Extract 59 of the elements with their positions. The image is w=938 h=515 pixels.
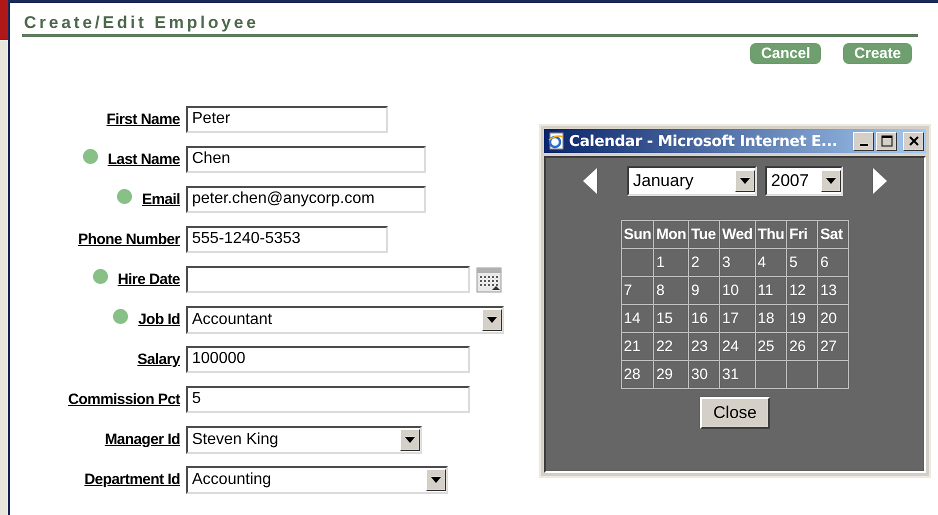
dropdown-field[interactable]: Steven King <box>186 426 422 454</box>
text-field[interactable]: peter.chen@anycorp.com <box>186 186 426 213</box>
close-icon <box>908 136 918 146</box>
day-link[interactable]: 2 <box>691 254 700 271</box>
month-dropdown[interactable]: January <box>627 166 757 196</box>
weekday-header: Thu <box>755 220 787 248</box>
text-field[interactable]: Peter <box>186 106 388 133</box>
date-field[interactable] <box>186 266 470 293</box>
close-button[interactable] <box>903 132 924 150</box>
weekday-header: Wed <box>720 220 756 248</box>
maximize-icon <box>880 135 892 147</box>
calendar-icon[interactable] <box>476 266 502 292</box>
text-field[interactable]: 100000 <box>186 346 470 373</box>
caret-icon <box>405 436 415 442</box>
close-button[interactable]: Close <box>700 397 770 429</box>
day-link[interactable]: 5 <box>789 254 798 271</box>
caret-icon <box>826 178 836 184</box>
page-edge-decoration <box>0 0 8 40</box>
text-field[interactable]: 555-1240-5353 <box>186 226 388 253</box>
minimize-icon <box>860 144 868 146</box>
text-field[interactable]: 5 <box>186 386 470 413</box>
field-label[interactable]: Hire Date <box>118 271 180 288</box>
field-label[interactable]: Commission Pct <box>68 391 180 408</box>
next-month-arrow-icon[interactable] <box>873 168 887 194</box>
browser-page-icon <box>547 132 565 150</box>
previous-month-arrow-icon[interactable] <box>583 168 597 194</box>
day-link[interactable]: 6 <box>820 254 829 271</box>
dropdown-field[interactable]: Accountant <box>186 306 504 334</box>
field-label[interactable]: Salary <box>137 351 180 368</box>
maximize-button[interactable] <box>876 132 897 150</box>
day-link[interactable]: 7 <box>624 282 632 299</box>
field-label[interactable]: First Name <box>106 111 180 128</box>
caret-icon <box>740 178 750 184</box>
weekday-header: Mon <box>654 220 689 248</box>
field-label[interactable]: Email <box>142 191 180 208</box>
caret-icon <box>487 316 497 322</box>
cancel-button[interactable]: Cancel <box>750 43 822 64</box>
weekday-header: Sat <box>818 220 849 248</box>
minimize-button[interactable] <box>853 132 874 150</box>
field-label[interactable]: Manager Id <box>104 431 180 448</box>
weekday-header: Tue <box>688 220 720 248</box>
day-link[interactable]: 4 <box>758 254 766 271</box>
weekday-header: Sun <box>621 220 654 248</box>
text-field[interactable]: Chen <box>186 146 426 173</box>
day-link[interactable]: 8 <box>656 282 665 299</box>
field-label[interactable]: Department Id <box>84 471 180 488</box>
field-label[interactable]: Phone Number <box>78 231 180 248</box>
day-link[interactable]: 1 <box>656 254 665 271</box>
field-label[interactable]: Job Id <box>138 311 180 328</box>
year-dropdown[interactable]: 2007 <box>765 166 843 196</box>
day-link[interactable]: 9 <box>691 282 700 299</box>
day-link[interactable]: 3 <box>722 254 730 271</box>
dropdown-field[interactable]: Accounting <box>186 466 448 494</box>
create-button[interactable]: Create <box>843 43 912 64</box>
caret-icon <box>431 476 441 482</box>
window-title: Calendar - Microsoft Internet E... <box>569 132 838 150</box>
field-label[interactable]: Last Name <box>108 151 180 168</box>
page-title: Create/Edit Employee <box>22 13 918 37</box>
weekday-header: Fri <box>786 220 818 248</box>
